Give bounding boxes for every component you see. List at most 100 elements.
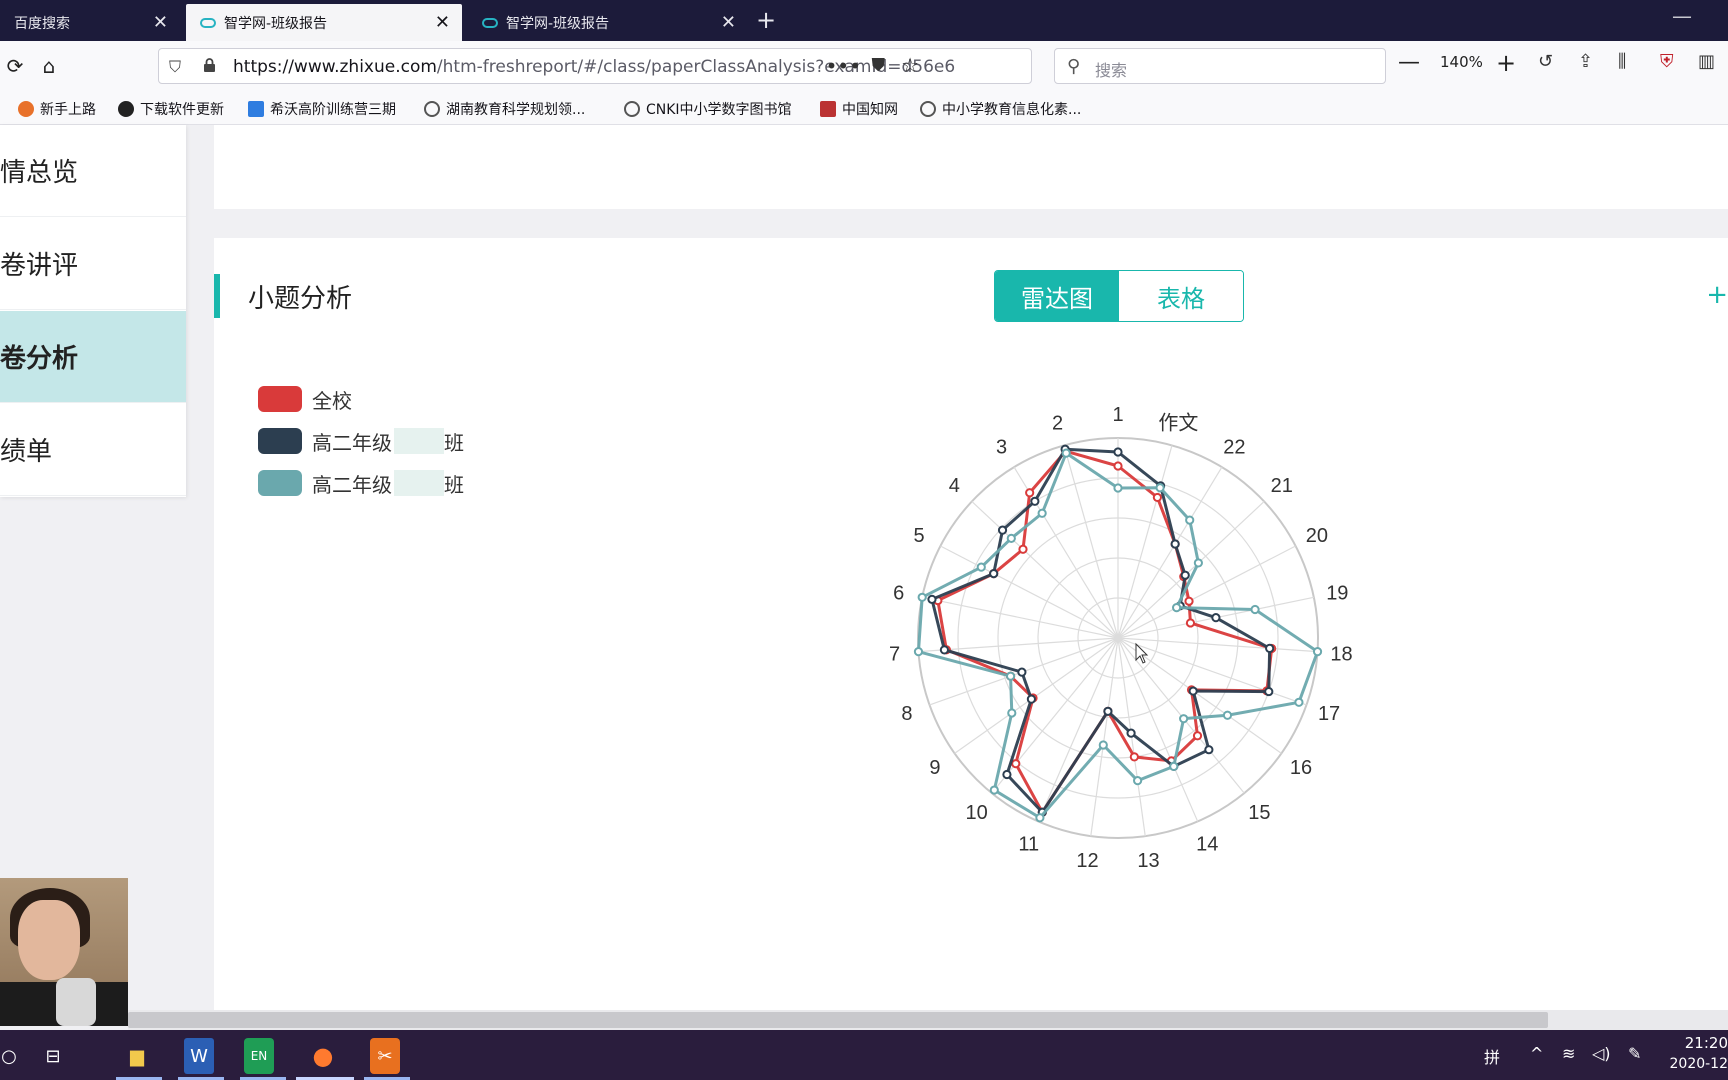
radar-point — [1179, 714, 1189, 724]
bookmark-item[interactable]: 湖南教育科学规划领... — [424, 99, 585, 119]
radar-axis-label: 18 — [1330, 643, 1352, 665]
close-icon[interactable]: ✕ — [153, 12, 168, 33]
downloads-icon[interactable]: ⇪ — [1578, 51, 1593, 72]
easynote-icon[interactable]: EN — [244, 1038, 274, 1074]
url-bar[interactable]: ⛉ https://www.zhixue.com/htm-freshreport… — [158, 48, 1032, 84]
recorder-icon[interactable]: ✂ — [370, 1038, 400, 1074]
sidebar-item-overview[interactable]: 情总览 — [0, 125, 186, 217]
zhixue-logo-icon — [200, 17, 216, 28]
radar-point — [1061, 448, 1071, 458]
radar-point — [1103, 706, 1113, 716]
clock-time[interactable]: 21:20 — [1685, 1034, 1728, 1052]
radar-axis-label: 22 — [1223, 437, 1245, 459]
new-tab-button[interactable]: + — [756, 6, 776, 34]
page-actions-more-icon[interactable]: ••• — [826, 54, 861, 78]
radar-chart: 1 作文 22 21 20 19 18 17 16 15 14 13 12 11 10 9 8 7 6 5 4 3 2 — [889, 404, 1353, 872]
scrollbar-thumb[interactable] — [128, 1012, 1548, 1028]
task-view-icon[interactable]: ⊟ — [34, 1038, 72, 1074]
close-icon[interactable]: ✕ — [435, 12, 450, 33]
radar-axis-label: 8 — [901, 703, 912, 725]
tab-class-report[interactable]: 智学网-班级报告 ✕ — [468, 4, 748, 41]
ublock-icon[interactable]: ⛨ — [1660, 51, 1674, 72]
clock-date[interactable]: 2020-12 — [1670, 1056, 1728, 1072]
radar-point — [1037, 508, 1047, 518]
radar-point — [917, 592, 927, 602]
sidebar-item-score-list[interactable]: 绩单 — [0, 404, 186, 496]
history-icon[interactable]: ↺ — [1538, 51, 1553, 72]
radar-point — [1250, 604, 1260, 615]
radar-axis-label: 15 — [1248, 802, 1270, 824]
bookmark-item[interactable]: 希沃高阶训练营三期 — [248, 99, 396, 119]
radar-point — [1222, 710, 1233, 720]
library-icon[interactable]: ⫼ — [1618, 51, 1626, 72]
tracking-shield-icon[interactable]: ⛉ — [169, 57, 181, 77]
radar-point — [1312, 647, 1323, 657]
tab-baidu-search[interactable]: 百度搜索 ✕ — [0, 4, 180, 41]
close-icon[interactable]: ✕ — [721, 12, 736, 33]
cnki-icon — [820, 101, 836, 117]
word-icon[interactable]: W — [184, 1038, 214, 1074]
radar-point — [997, 525, 1008, 535]
radar-point — [1113, 483, 1123, 493]
bookmark-star-icon[interactable]: ☆ — [901, 53, 919, 77]
radar-point — [1113, 447, 1123, 457]
radar-point — [1017, 667, 1027, 677]
radar-axis-label: 20 — [1306, 525, 1328, 547]
sidebar-toggle-icon[interactable]: ▥ — [1698, 51, 1715, 72]
radar-point — [1265, 643, 1275, 653]
radar-point — [1204, 745, 1214, 755]
radar-axis-label: 16 — [1290, 757, 1312, 779]
search-icon[interactable]: ○ — [0, 1038, 28, 1074]
tab-class-report-active[interactable]: 智学网-班级报告 ✕ — [186, 4, 462, 41]
pocket-icon[interactable]: ⛊ — [872, 55, 886, 76]
sidebar-item-paper-review[interactable]: 卷讲评 — [0, 218, 186, 310]
sidebar-item-paper-analysis[interactable]: 卷分析 — [0, 311, 186, 403]
navigation-bar: ⟳ ⌂ ⛉ https://www.zhixue.com/htm-freshre… — [0, 41, 1728, 91]
lock-icon[interactable] — [203, 58, 216, 72]
bookmark-item[interactable]: CNKI中小学数字图书馆 — [624, 99, 792, 119]
file-explorer-icon[interactable]: ▆ — [118, 1038, 156, 1074]
radar-point — [1026, 694, 1037, 704]
radar-axis-label: 2 — [1052, 412, 1063, 434]
radar-point — [1006, 533, 1016, 543]
zoom-level[interactable]: 140% — [1440, 53, 1483, 71]
wifi-icon[interactable]: ≋ — [1562, 1044, 1575, 1063]
volume-icon[interactable]: ◁) — [1592, 1044, 1611, 1063]
bookmark-item[interactable]: 下载软件更新 — [118, 99, 224, 119]
firefox-icon[interactable]: ● — [304, 1038, 342, 1074]
radar-point — [1113, 461, 1123, 471]
github-icon — [118, 101, 134, 117]
home-icon[interactable]: ⌂ — [34, 51, 64, 81]
radar-axis-label: 4 — [949, 475, 960, 497]
ime-indicator[interactable]: 拼 — [1484, 1044, 1500, 1068]
pen-icon[interactable]: ✎ — [1628, 1044, 1641, 1063]
radar-point — [1126, 728, 1136, 738]
radar-point — [1193, 558, 1203, 568]
radar-point — [989, 568, 999, 579]
radar-point — [1172, 603, 1182, 613]
radar-point — [1184, 596, 1194, 606]
bookmark-item[interactable]: 新手上路 — [18, 99, 96, 119]
radar-axis-label: 10 — [966, 802, 988, 824]
radar-point — [1264, 686, 1274, 697]
seewo-icon — [248, 101, 264, 117]
minimize-icon[interactable]: — — [1672, 4, 1692, 28]
radar-point — [1188, 686, 1198, 696]
radar-point — [1030, 496, 1040, 506]
zoom-out-button[interactable]: — — [1398, 50, 1420, 75]
radar-axis-label: 作文 — [1158, 411, 1198, 434]
zoom-in-button[interactable]: + — [1496, 49, 1516, 77]
globe-icon — [920, 101, 936, 117]
bookmark-item[interactable]: 中国知网 — [820, 99, 898, 119]
bookmark-item[interactable]: 中小学教育信息化素... — [920, 99, 1081, 119]
windows-taskbar: ○ ⊟ ▆ W EN ● ✂ 拼 ^ ≋ ◁) ✎ 21:20 2020-12 — [0, 1030, 1728, 1080]
radar-point — [1098, 740, 1108, 750]
radar-point — [1011, 759, 1021, 769]
reload-icon[interactable]: ⟳ — [0, 51, 30, 81]
browser-tab-strip: 百度搜索 ✕ 智学网-班级报告 ✕ 智学网-班级报告 ✕ + — — [0, 0, 1728, 41]
search-bar[interactable]: ⚲ 搜索 — [1054, 48, 1386, 84]
radar-point — [1169, 761, 1179, 772]
radar-spoke — [1117, 466, 1223, 639]
globe-icon — [624, 101, 640, 117]
chevron-up-icon[interactable]: ^ — [1530, 1044, 1543, 1063]
